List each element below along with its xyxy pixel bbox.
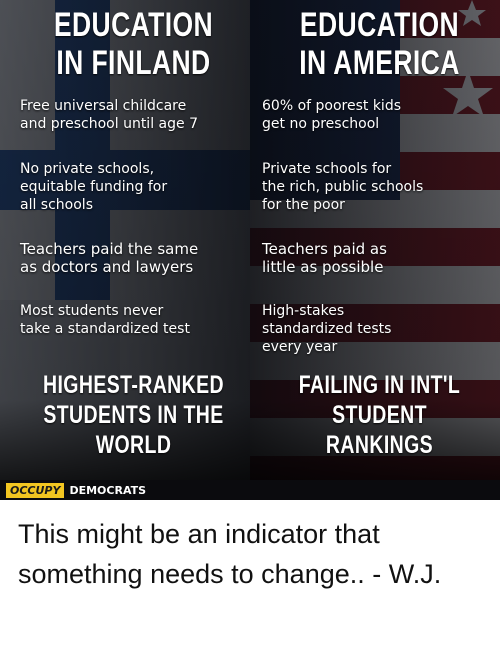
finland-fact-teachers: Teachers paid the same as doctors and la… [20,240,199,276]
watermark: OCCUPY DEMOCRATS [6,482,146,498]
finland-result: HIGHEST-RANKED STUDENTS IN THE WORLD [43,371,224,459]
america-fact-schools: Private schools for the rich, public sch… [262,161,424,213]
finland-fact-schools: No private schools, equitable funding fo… [20,161,168,213]
meme-image: EDUCATION IN FINLAND Free universal chil… [0,0,500,500]
america-result: FAILING IN INT'L STUDENT RANKINGS [298,371,461,459]
watermark-occupy: OCCUPY [6,482,65,498]
caption-text: This might be an indicator that somethin… [18,519,442,589]
america-fact-testing: High-stakes standardized tests every yea… [262,303,392,355]
watermark-democrats: DEMOCRATS [69,483,147,497]
america-heading: EDUCATION IN AMERICA [299,6,460,82]
finland-fact-testing: Most students never take a standardized … [20,303,190,337]
america-fact-preschool: 60% of poorest kids get no preschool [262,98,402,132]
america-fact-teachers: Teachers paid as little as possible [262,240,387,276]
finland-fact-childcare: Free universal childcare and preschool u… [20,98,198,132]
finland-heading: EDUCATION IN FINLAND [53,6,214,82]
